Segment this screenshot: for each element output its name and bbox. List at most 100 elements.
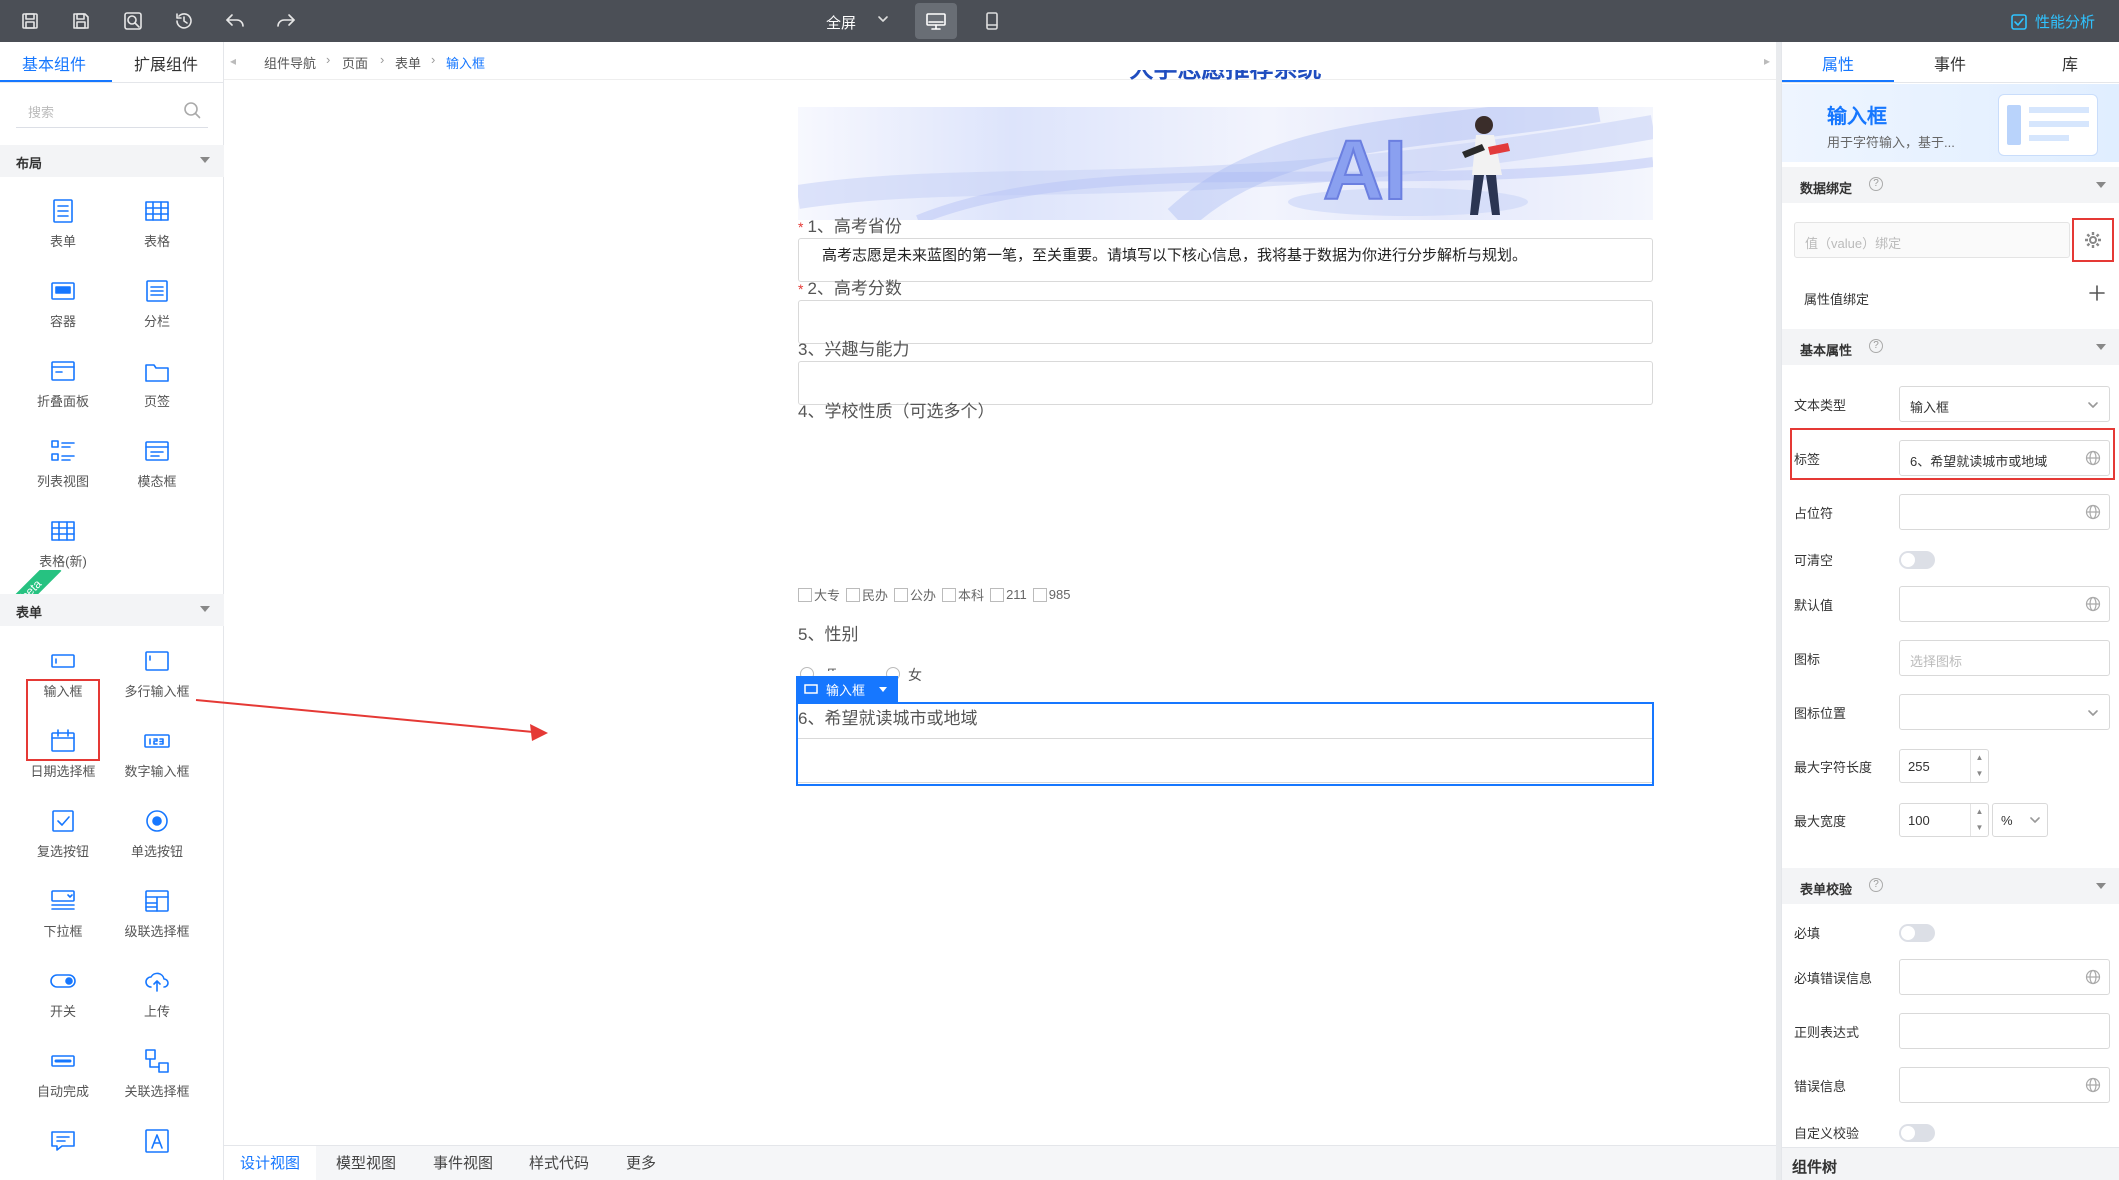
component-cascader[interactable]: 级联选择框 — [115, 877, 199, 947]
component-radio[interactable]: 单选按钮 — [115, 797, 199, 867]
tab-style-code[interactable]: 样式代码 — [513, 1146, 605, 1180]
tab-library[interactable]: 库 — [2062, 51, 2078, 75]
custom-validation-switch[interactable] — [1899, 1124, 1935, 1142]
plus-icon[interactable] — [2088, 284, 2106, 302]
undo-icon[interactable] — [221, 7, 249, 35]
caret-down-icon[interactable] — [2096, 344, 2106, 350]
search-input[interactable]: 搜索 — [28, 102, 54, 121]
help-icon[interactable]: ? — [1869, 177, 1883, 191]
error-message-input[interactable] — [1899, 1067, 2110, 1103]
stepper-arrows[interactable]: ▲ ▼ — [1970, 750, 1988, 782]
performance-analysis-button[interactable]: 性能分析 — [2010, 11, 2095, 32]
component-upload[interactable]: 上传 — [115, 957, 199, 1027]
component-columns[interactable]: 分栏 — [115, 267, 199, 337]
component-list-view[interactable]: 列表视图 — [21, 427, 105, 497]
component-switch[interactable]: 开关 — [21, 957, 105, 1027]
component-relation-select[interactable]: 关联选择框 — [115, 1037, 199, 1107]
component-textarea[interactable]: 多行输入框 — [115, 637, 199, 707]
component-modal[interactable]: 模态框 — [115, 427, 199, 497]
required-message-input[interactable] — [1899, 959, 2110, 995]
component-text[interactable] — [115, 1117, 199, 1180]
design-canvas[interactable]: 大学志愿推荐系统 AI 高考志愿是未来蓝图的第一笔，至关重要。请填写以下核心信息… — [224, 70, 1776, 1145]
component-collapse[interactable]: 折叠面板 — [21, 347, 105, 417]
component-container[interactable]: 容器 — [21, 267, 105, 337]
icon-picker[interactable]: 选择图标 — [1899, 640, 2110, 676]
binding-settings-button[interactable] — [2072, 218, 2114, 262]
tab-events[interactable]: 事件 — [1934, 51, 1966, 75]
mobile-view-button[interactable] — [978, 7, 1006, 35]
desktop-view-button[interactable] — [915, 3, 957, 39]
checkbox-option[interactable]: 本科 — [942, 585, 984, 604]
globe-icon[interactable] — [2085, 969, 2101, 985]
fullscreen-dropdown[interactable]: 全屏 — [826, 12, 856, 33]
component-search[interactable]: 搜索 — [16, 92, 208, 128]
save-as-icon[interactable] — [67, 7, 95, 35]
score-input[interactable] — [798, 300, 1653, 344]
stepper-arrows[interactable]: ▲ ▼ — [1970, 804, 1988, 836]
component-tabs[interactable]: 页签 — [115, 347, 199, 417]
caret-down-icon[interactable] — [2096, 182, 2106, 188]
component-select[interactable]: 下拉框 — [21, 877, 105, 947]
tab-basic-components[interactable]: 基本组件 — [22, 51, 86, 75]
tab-design-view[interactable]: 设计视图 — [224, 1146, 317, 1180]
component-autocomplete[interactable]: 自动完成 — [21, 1037, 105, 1107]
selected-input-component[interactable]: 6、希望就读城市或地域 — [796, 702, 1654, 786]
text-type-select[interactable]: 输入框 — [1899, 386, 2110, 422]
breadcrumb-item[interactable]: 组件导航 — [264, 53, 316, 72]
section-form-validation[interactable]: 表单校验 ? — [1782, 868, 2119, 904]
breadcrumb-item[interactable]: 表单 — [395, 53, 421, 72]
caret-down-icon[interactable] — [879, 686, 888, 692]
chevron-down-icon[interactable] — [876, 12, 890, 26]
value-binding-input[interactable]: 值（value）绑定 — [1794, 222, 2070, 258]
checkbox-option[interactable]: 大专 — [798, 585, 840, 604]
checkbox-option[interactable]: 211 — [990, 585, 1027, 604]
regex-input[interactable] — [1899, 1013, 2110, 1049]
section-data-binding[interactable]: 数据绑定 ? — [1782, 167, 2119, 203]
collapse-right-icon[interactable]: ▸ — [1764, 54, 1770, 68]
checkbox-option[interactable]: 民办 — [846, 585, 888, 604]
history-icon[interactable] — [170, 7, 198, 35]
max-length-stepper[interactable]: 255 ▲ ▼ — [1899, 749, 1989, 783]
help-icon[interactable]: ? — [1869, 339, 1883, 353]
search-icon[interactable] — [182, 100, 202, 120]
caret-down-icon[interactable] — [200, 157, 210, 163]
section-form[interactable]: 表单 — [0, 594, 224, 626]
caret-down-icon[interactable] — [2096, 883, 2106, 889]
clearable-switch[interactable] — [1899, 551, 1935, 569]
save-icon[interactable] — [16, 7, 44, 35]
placeholder-input[interactable] — [1899, 494, 2110, 530]
globe-icon[interactable] — [2085, 1077, 2101, 1093]
component-table[interactable]: 表格 — [115, 187, 199, 257]
help-icon[interactable]: ? — [1869, 878, 1883, 892]
tab-properties[interactable]: 属性 — [1822, 51, 1854, 75]
component-table-new[interactable]: 表格(新) — [21, 507, 105, 577]
section-basic-properties[interactable]: 基本属性 ? — [1782, 329, 2119, 365]
preview-icon[interactable] — [119, 7, 147, 35]
component-message[interactable] — [21, 1117, 105, 1180]
tab-more[interactable]: 更多 — [610, 1146, 672, 1180]
default-value-input[interactable] — [1899, 586, 2110, 622]
max-width-unit-select[interactable]: % — [1992, 803, 2048, 837]
tab-extension-components[interactable]: 扩展组件 — [134, 51, 198, 75]
globe-icon[interactable] — [2085, 504, 2101, 520]
required-switch[interactable] — [1899, 924, 1935, 942]
redo-icon[interactable] — [272, 7, 300, 35]
section-layout[interactable]: 布局 — [0, 145, 224, 177]
collapse-left-icon[interactable]: ◂ — [230, 54, 236, 68]
province-input[interactable] — [798, 238, 1653, 282]
breadcrumb-item[interactable]: 页面 — [342, 53, 368, 72]
tab-model-view[interactable]: 模型视图 — [320, 1146, 412, 1180]
component-checkbox[interactable]: 复选按钮 — [21, 797, 105, 867]
max-width-stepper[interactable]: 100 ▲ ▼ — [1899, 803, 1989, 837]
icon-position-select[interactable] — [1899, 694, 2110, 730]
caret-down-icon[interactable] — [200, 606, 210, 612]
component-form[interactable]: 表单 — [21, 187, 105, 257]
component-number-input[interactable]: 数字输入框 — [115, 717, 199, 787]
checkbox-option[interactable]: 985 — [1032, 585, 1071, 604]
selected-component-tag[interactable]: 输入框 — [796, 676, 898, 702]
component-tree-bar[interactable]: 组件树 — [1782, 1147, 2119, 1180]
checkbox-option[interactable]: 公办 — [894, 585, 936, 604]
tab-event-view[interactable]: 事件视图 — [417, 1146, 509, 1180]
globe-icon[interactable] — [2085, 596, 2101, 612]
text-type-value: 输入框 — [1910, 400, 1950, 415]
